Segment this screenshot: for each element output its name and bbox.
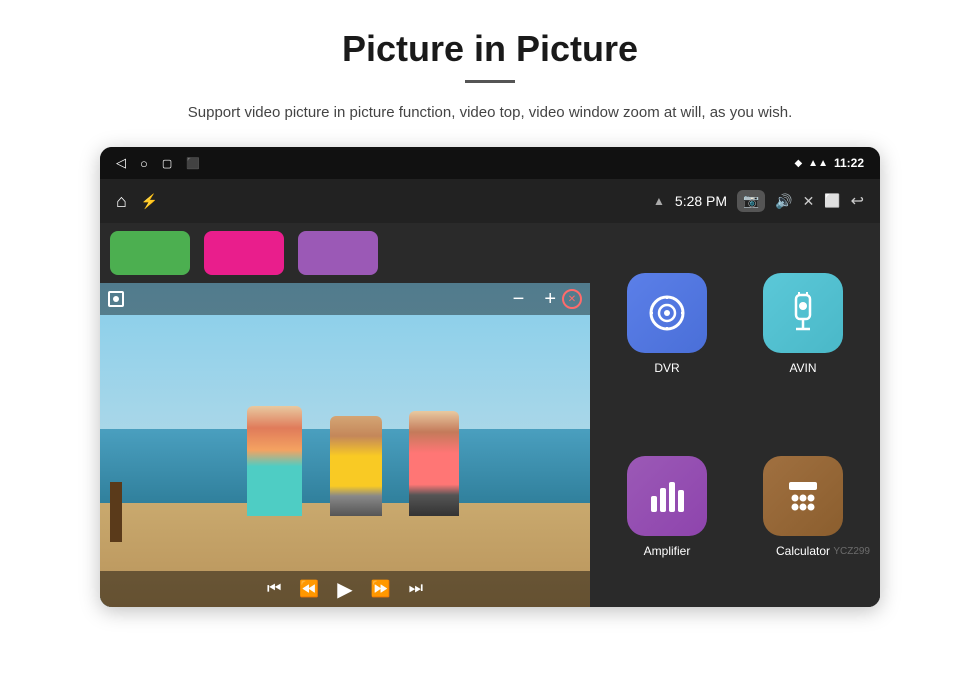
main-area: − + ✕ ⏮ ⏪ ▶ ⏩ ⏭: [100, 223, 880, 607]
playback-skip-back[interactable]: ⏮: [267, 580, 281, 598]
person1: [247, 406, 302, 516]
watermark: YCZ299: [833, 546, 870, 557]
device-frame: ◁ ○ ▢ ⬛ ◆ ▲▲ 11:22 ⌂ ⚡ ▲ 5:28 PM 📷 🔊: [100, 147, 880, 607]
back-arrow-icon[interactable]: ↩: [851, 191, 864, 211]
signal-icon: ▲▲: [808, 158, 828, 169]
playback-skip-forward[interactable]: ⏭: [409, 580, 423, 598]
pip-record-icon: [108, 291, 124, 307]
dvr-icon-box: [627, 273, 707, 353]
wifi-icon: ▲: [653, 194, 665, 208]
pip-video-container[interactable]: − + ✕ ⏮ ⏪ ▶ ⏩ ⏭: [100, 283, 590, 607]
app-cell-amplifier[interactable]: Amplifier: [606, 422, 728, 591]
status-bar-left: ◁ ○ ▢ ⬛: [116, 155, 200, 171]
volume-icon[interactable]: 🔊: [775, 193, 792, 210]
location-icon: ◆: [794, 158, 802, 169]
avin-icon-box: [763, 273, 843, 353]
amplifier-label: Amplifier: [644, 544, 691, 558]
page-subtitle: Support video picture in picture functio…: [188, 101, 792, 125]
app-cell-dvr[interactable]: DVR: [606, 239, 728, 408]
dvr-svg-icon: [645, 291, 689, 335]
status-time: 11:22: [834, 156, 864, 170]
app-stub-netflix: [110, 231, 190, 275]
close-x-icon[interactable]: ✕: [803, 193, 815, 210]
app-bar-left: ⌂ ⚡: [116, 191, 158, 212]
calculator-icon-box: [763, 456, 843, 536]
app-stub-siriusxm: [204, 231, 284, 275]
app-grid-row: − + ✕ ⏮ ⏪ ▶ ⏩ ⏭: [100, 223, 880, 607]
usb-icon[interactable]: ⚡: [141, 193, 158, 210]
appbar-time: 5:28 PM: [675, 193, 727, 209]
page-title: Picture in Picture: [342, 28, 638, 70]
pip-record-dot: [113, 296, 119, 302]
pip-close-button[interactable]: ✕: [562, 289, 582, 309]
home-icon[interactable]: ⌂: [116, 191, 127, 212]
top-apps-row: [100, 223, 590, 283]
app-stub-wheelkey: [298, 231, 378, 275]
person3: [409, 411, 459, 516]
app-bar-right: ▲ 5:28 PM 📷 🔊 ✕ ⬜ ↩: [653, 190, 864, 212]
amplifier-icon-box: [627, 456, 707, 536]
pip-minus-button[interactable]: −: [513, 288, 525, 311]
calculator-label: Calculator: [776, 544, 830, 558]
avin-svg-icon: [783, 291, 823, 335]
back-icon[interactable]: ◁: [116, 155, 126, 171]
tree-left: [110, 482, 122, 542]
pip-plus-button[interactable]: +: [544, 288, 556, 311]
recents-icon[interactable]: ▢: [162, 157, 172, 170]
pip-video-bg: [100, 283, 590, 607]
title-divider: [465, 80, 515, 83]
app-bar: ⌂ ⚡ ▲ 5:28 PM 📷 🔊 ✕ ⬜ ↩: [100, 179, 880, 223]
avin-label: AVIN: [789, 361, 816, 375]
page-wrapper: Picture in Picture Support video picture…: [0, 0, 980, 698]
status-bar-right: ◆ ▲▲ 11:22: [794, 156, 864, 170]
home-circle-icon[interactable]: ○: [140, 156, 148, 171]
pip-window-icon[interactable]: ⬜: [824, 193, 840, 209]
bookmark-icon[interactable]: ⬛: [186, 157, 200, 170]
playback-forward[interactable]: ⏩: [371, 579, 391, 599]
status-bar: ◁ ○ ▢ ⬛ ◆ ▲▲ 11:22: [100, 147, 880, 179]
pip-playback-bar: ⏮ ⏪ ▶ ⏩ ⏭: [100, 571, 590, 607]
person2: [330, 416, 382, 516]
app-cell-avin[interactable]: AVIN: [742, 239, 864, 408]
pip-section: − + ✕ ⏮ ⏪ ▶ ⏩ ⏭: [100, 223, 590, 607]
camera-icon[interactable]: 📷: [737, 190, 765, 212]
dvr-label: DVR: [654, 361, 679, 375]
amplifier-svg-icon: [645, 474, 689, 518]
pip-controls-bar: − + ✕: [100, 283, 590, 315]
app-cell-calculator[interactable]: Calculator: [742, 422, 864, 591]
playback-rewind[interactable]: ⏪: [299, 579, 319, 599]
playback-play[interactable]: ▶: [337, 577, 352, 602]
calculator-svg-icon: [781, 474, 825, 518]
